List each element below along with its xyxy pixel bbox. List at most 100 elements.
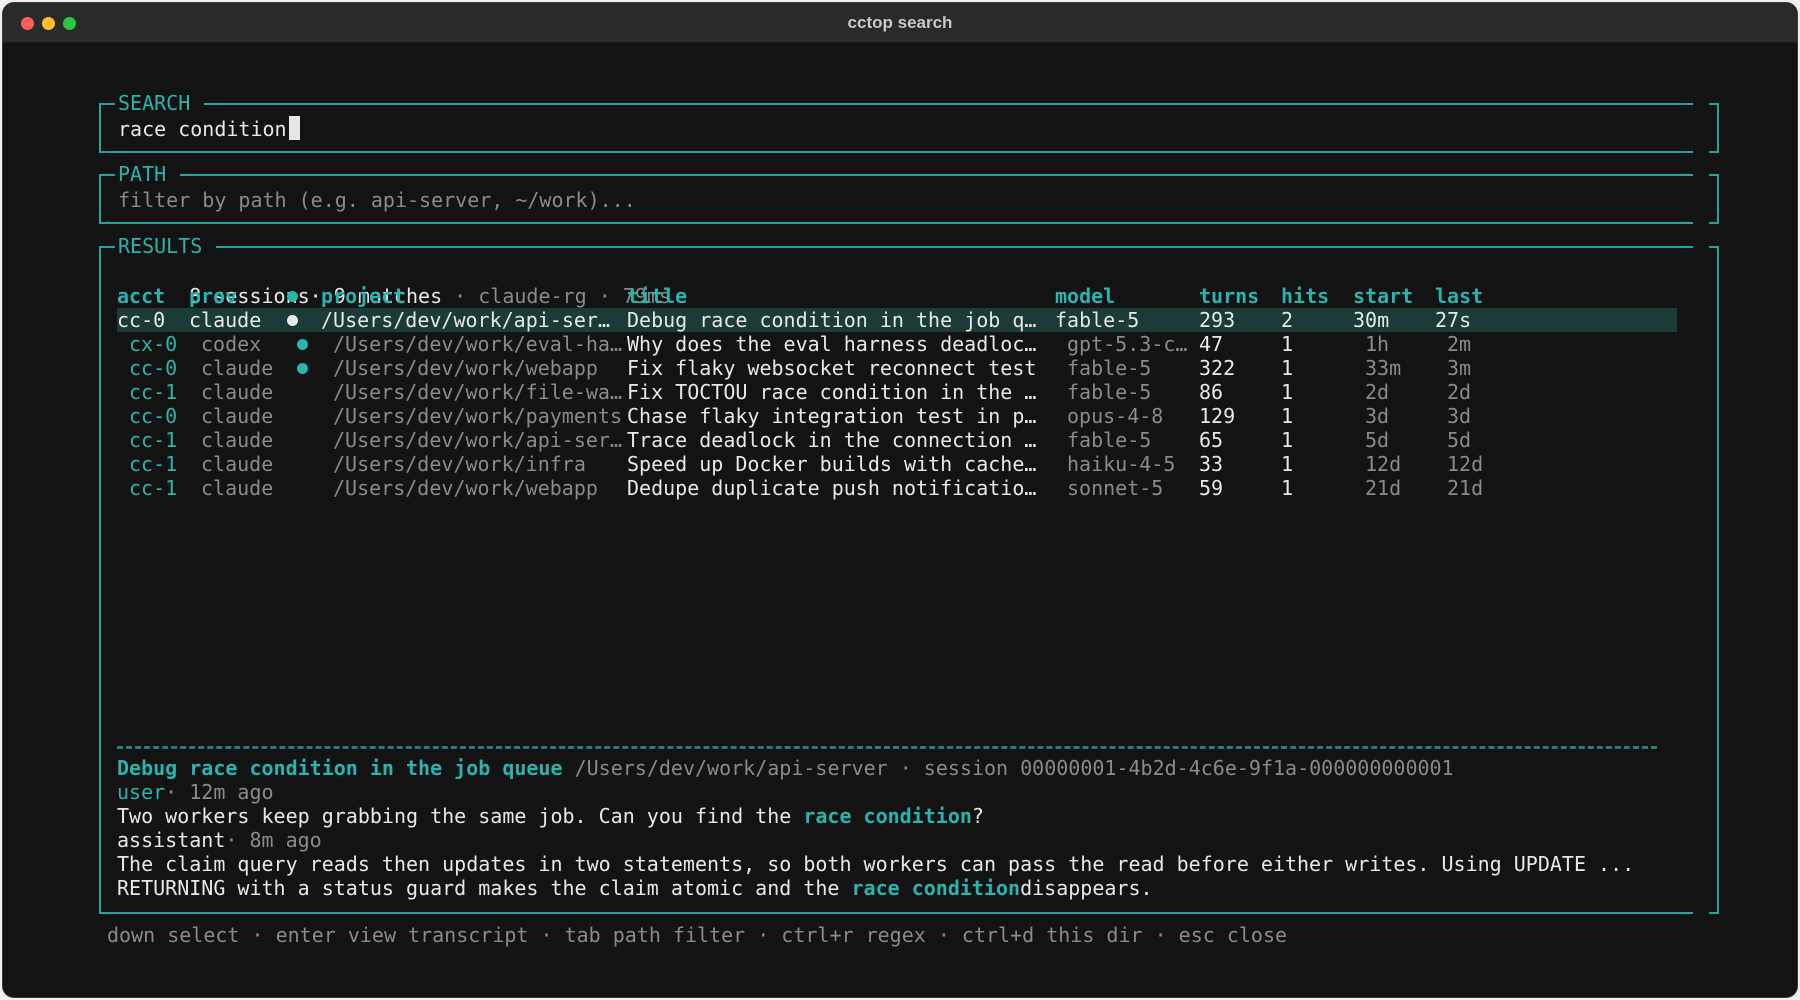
row-last: 3m	[1447, 356, 1472, 380]
row-model: fable-5	[1067, 428, 1152, 452]
terminal-window: cctop search SEARCH race condition PATH …	[2, 2, 1798, 998]
assistant-time: · 8m ago	[225, 828, 322, 852]
row-hits: 1	[1281, 404, 1294, 428]
row-model: sonnet-5	[1067, 476, 1164, 500]
row-project: /Users/dev/work/webapp	[333, 356, 598, 380]
col-last[interactable]: last	[1435, 284, 1483, 308]
preview-title[interactable]: Debug race condition in the job queue	[117, 756, 563, 780]
match-highlight: race condition	[851, 876, 1021, 900]
row-title: Chase flaky integration test in p…	[627, 404, 1037, 428]
col-project[interactable]: project	[321, 284, 405, 308]
table-row[interactable]: cc-1 claude/Users/dev/work/api-ser… Trace …	[101, 428, 1661, 452]
col-acct[interactable]: acct	[117, 284, 165, 308]
row-turns: 129	[1199, 404, 1236, 428]
row-hits: 2	[1281, 308, 1294, 332]
search-input[interactable]: race condition	[118, 115, 300, 143]
row-model: fable-5	[1067, 380, 1152, 404]
row-last: 2d	[1447, 380, 1472, 404]
row-model: haiku-4-5	[1067, 452, 1176, 476]
table-row[interactable]: cc-0 claude/Users/dev/work/webapp Fix flak…	[101, 356, 1661, 380]
col-hits[interactable]: hits	[1281, 284, 1329, 308]
active-session-dot-icon	[297, 332, 308, 356]
row-hits: 1	[1281, 476, 1294, 500]
user-time: · 12m ago	[165, 780, 274, 804]
user-message: Two workers keep grabbing the same job. …	[117, 804, 984, 828]
path-filter-input[interactable]: filter by path (e.g. api-server, ~/work)…	[118, 186, 636, 214]
row-last: 5d	[1447, 428, 1472, 452]
path-panel: PATH filter by path (e.g. api-server, ~/…	[99, 160, 1719, 224]
row-model: fable-5	[1055, 308, 1140, 332]
dot-icon	[297, 339, 308, 350]
row-hits: 1	[1281, 380, 1294, 404]
assistant-message-line-2: RETURNING with a status guard makes the …	[117, 876, 1153, 900]
search-label: SEARCH	[115, 89, 205, 117]
table-header: acct prov project title model turns hits…	[101, 284, 1661, 308]
row-acct: cc-1	[129, 452, 178, 476]
row-hits: 1	[1281, 356, 1294, 380]
col-active-dot[interactable]	[287, 284, 298, 308]
row-turns: 86	[1199, 380, 1224, 404]
row-last: 27s	[1435, 308, 1472, 332]
results-summary: 8 sessions· 9 matches · claude-rg · 79ms	[189, 284, 671, 308]
row-provider: claude	[201, 452, 274, 476]
row-model: gpt-5.3-c…	[1067, 332, 1188, 356]
assistant-role: assistant	[117, 828, 226, 852]
col-prov[interactable]: prov	[189, 284, 237, 308]
preview-header: Debug race condition in the job queue /U…	[117, 756, 1454, 780]
active-dot-icon	[287, 291, 298, 302]
col-turns[interactable]: turns	[1199, 284, 1259, 308]
row-project: /Users/dev/work/infra	[333, 452, 586, 476]
col-start[interactable]: start	[1353, 284, 1413, 308]
table-row[interactable]: cc-1 claude/Users/dev/work/webapp Dedupe d…	[101, 476, 1661, 500]
active-session-dot-icon	[287, 308, 298, 332]
row-start: 30m	[1353, 308, 1390, 332]
dot-icon	[287, 315, 298, 326]
row-turns: 33	[1199, 452, 1224, 476]
table-row[interactable]: cx-0 codex/Users/dev/work/eval-ha… Why doe…	[101, 332, 1661, 356]
col-model[interactable]: model	[1055, 284, 1115, 308]
row-acct: cc-0	[117, 308, 166, 332]
row-provider: claude	[201, 476, 274, 500]
row-start: 1h	[1365, 332, 1390, 356]
row-provider: claude	[201, 404, 274, 428]
table-row[interactable]: cc-0 claude/Users/dev/work/payments Chase …	[101, 404, 1661, 428]
row-title: Why does the eval harness deadloc…	[627, 332, 1037, 356]
preview-path: /Users/dev/work/api-server	[574, 756, 888, 780]
row-acct: cx-0	[129, 332, 178, 356]
text-cursor	[288, 116, 300, 140]
row-acct: cc-0	[129, 404, 178, 428]
row-last: 12d	[1447, 452, 1484, 476]
row-start: 2d	[1365, 380, 1390, 404]
table-row[interactable]: cc-1 claude/Users/dev/work/infra Speed up …	[101, 452, 1661, 476]
assistant-message-header: assistant· 8m ago	[117, 828, 322, 852]
row-last: 21d	[1447, 476, 1484, 500]
row-turns: 65	[1199, 428, 1224, 452]
row-turns: 59	[1199, 476, 1224, 500]
row-start: 12d	[1365, 452, 1402, 476]
keybinding-hints: down select · enter view transcript · ta…	[107, 923, 1288, 947]
table-row[interactable]: cc-1 claude/Users/dev/work/file-wa… Fix TO…	[101, 380, 1661, 404]
assistant-message-line-1: The claim query reads then updates in tw…	[117, 852, 1635, 876]
path-label: PATH	[115, 160, 181, 188]
row-project: /Users/dev/work/api-ser…	[333, 428, 622, 452]
row-project: /Users/dev/work/eval-ha…	[333, 332, 622, 356]
table-row[interactable]: cc-0 claude/Users/dev/work/api-ser… Debug …	[101, 308, 1661, 332]
row-project: /Users/dev/work/api-ser…	[321, 308, 610, 332]
row-hits: 1	[1281, 332, 1294, 356]
results-label: RESULTS	[115, 232, 217, 260]
dot-icon	[297, 363, 308, 374]
row-turns: 293	[1199, 308, 1236, 332]
row-title: Fix flaky websocket reconnect test	[627, 356, 1037, 380]
preview-divider	[117, 746, 1657, 749]
row-start: 21d	[1365, 476, 1402, 500]
row-acct: cc-1	[129, 428, 178, 452]
row-title: Dedupe duplicate push notificatio…	[627, 476, 1037, 500]
row-title: Trace deadlock in the connection …	[627, 428, 1037, 452]
row-model: fable-5	[1067, 356, 1152, 380]
row-title: Fix TOCTOU race condition in the …	[627, 380, 1037, 404]
row-last: 2m	[1447, 332, 1472, 356]
search-panel: SEARCH race condition	[99, 89, 1719, 153]
col-title[interactable]: title	[627, 284, 687, 308]
row-turns: 47	[1199, 332, 1224, 356]
row-model: opus-4-8	[1067, 404, 1164, 428]
